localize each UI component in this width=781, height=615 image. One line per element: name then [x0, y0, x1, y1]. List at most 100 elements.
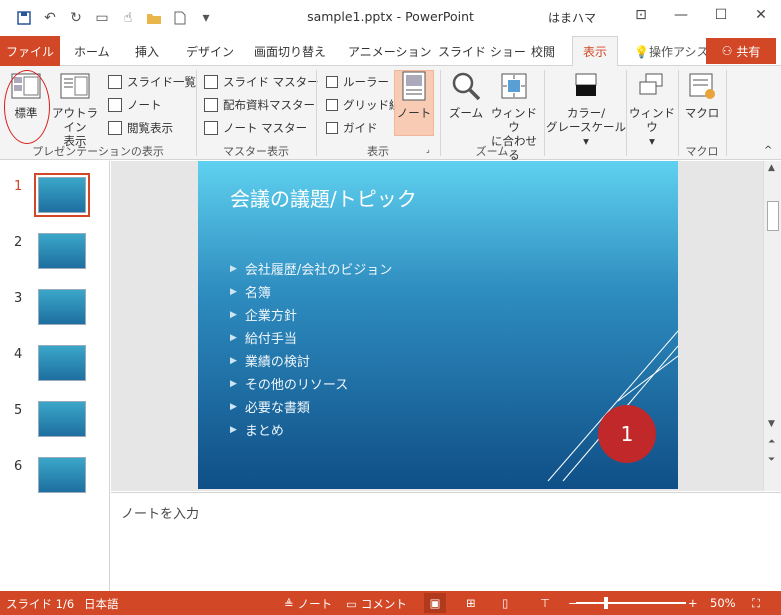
slide-thumbnail-image[interactable]: [38, 457, 86, 493]
scroll-up-icon[interactable]: ▲: [768, 163, 775, 173]
tab-slideshow[interactable]: スライド ショー: [438, 43, 526, 60]
outline-view-icon: [60, 73, 90, 99]
zoom-slider-knob[interactable]: [604, 597, 608, 609]
person-icon: ⚇: [721, 44, 733, 58]
slide-number: 3: [14, 291, 23, 306]
tab-transitions[interactable]: 画面切り替え: [254, 43, 326, 60]
bullet-arrow-icon: ▶: [230, 355, 237, 366]
scroll-down-icon[interactable]: ▼: [768, 419, 775, 429]
user-name[interactable]: はまハマ: [548, 9, 596, 26]
slide-master-button[interactable]: スライド マスター: [204, 74, 319, 90]
slide-title[interactable]: 会議の議題/トピック: [230, 183, 417, 212]
notes-pane[interactable]: ノートを入力: [111, 492, 781, 591]
next-slide-icon[interactable]: ⏷: [768, 455, 775, 465]
fit-slide-to-window-icon[interactable]: ⛶: [752, 596, 760, 611]
macros-icon: [689, 73, 715, 99]
comments-status-label: コメント: [360, 597, 407, 611]
reading-view-button[interactable]: 閲覧表示: [108, 120, 173, 136]
notes-toggle-button[interactable]: ノート: [394, 70, 434, 120]
slide-thumbnail-image[interactable]: [38, 401, 86, 437]
slide-thumbnail[interactable]: 2: [0, 233, 110, 283]
ruler-checkbox[interactable]: ルーラー: [326, 74, 389, 90]
slide-thumbnail-image[interactable]: [34, 173, 90, 217]
slide-indicator: スライド 1/6: [6, 597, 75, 611]
slide-thumbnail[interactable]: 1: [0, 173, 110, 227]
current-slide[interactable]: 会議の議題/トピック ▶ 会社履歴/会社のビジョン ▶ 名簿 ▶ 企業方針 ▶ 給付手当…: [198, 161, 678, 489]
tab-home[interactable]: ホーム: [74, 43, 110, 60]
window-label: ウィンドウ: [629, 106, 675, 134]
slide-bullet-list[interactable]: ▶ 会社履歴/会社のビジョン ▶ 名簿 ▶ 企業方針 ▶ 給付手当 ▶ 業績の検討 ▶ その…: [230, 257, 392, 441]
fit-to-window-icon: [501, 73, 527, 99]
color-label-line2: グレースケール ▾: [546, 120, 626, 148]
bullet-arrow-icon: ▶: [230, 401, 237, 412]
zoom-slider-track[interactable]: [576, 602, 686, 604]
zoom-level[interactable]: 50%: [710, 596, 736, 610]
gridlines-checkbox[interactable]: グリッド線: [326, 97, 401, 113]
ribbon-display-options-icon[interactable]: ⊡: [621, 0, 661, 30]
window-controls: ⊡ — ☐ ✕: [621, 0, 781, 30]
slide-thumbnail-image[interactable]: [38, 345, 86, 381]
slide-number: 1: [14, 179, 23, 194]
guides-checkbox[interactable]: ガイド: [326, 120, 378, 136]
slide-thumbnail-image[interactable]: [38, 233, 86, 269]
ribbon-view: 標準 アウトライン 表示 スライド一覧 ノート 閲覧表示 プレゼンテーションの表…: [0, 66, 781, 162]
slide-sorter-button[interactable]: スライド一覧: [108, 74, 196, 90]
slide-thumbnail-image[interactable]: [38, 289, 86, 325]
bullet-arrow-icon: ▶: [230, 263, 237, 274]
zoom-button[interactable]: ズーム: [446, 70, 486, 120]
show-dialog-launcher-icon[interactable]: ⌟: [426, 145, 430, 154]
color-grayscale-button[interactable]: カラー/ グレースケール ▾: [546, 70, 626, 148]
slide-number-badge: 1: [598, 405, 656, 463]
tell-me-search[interactable]: 💡操作アシス: [634, 43, 708, 60]
group-label-presentation-views: プレゼンテーションの表示: [32, 145, 164, 158]
ruler-label: ルーラー: [343, 75, 389, 89]
language-indicator[interactable]: 日本語: [84, 596, 119, 612]
share-button[interactable]: ⚇ 共有: [706, 38, 776, 64]
notes-status-button[interactable]: ≜ ノート: [284, 596, 332, 612]
slide-editing-area[interactable]: 会議の議題/トピック ▶ 会社履歴/会社のビジョン ▶ 名簿 ▶ 企業方針 ▶ 給付手当…: [111, 161, 763, 491]
macros-button[interactable]: マクロ: [682, 70, 722, 120]
color-label-line1: カラー/: [566, 106, 606, 120]
reading-view-status-icon[interactable]: ▯: [502, 596, 508, 610]
notes-page-button[interactable]: ノート: [108, 97, 162, 113]
maximize-icon[interactable]: ☐: [701, 0, 741, 30]
notes-placeholder[interactable]: ノートを入力: [121, 503, 199, 522]
previous-slide-icon[interactable]: ⏶: [768, 437, 775, 447]
slide-number: 5: [14, 403, 23, 418]
slide-sorter-status-icon[interactable]: ⊞: [466, 596, 476, 610]
slide-sorter-label: スライド一覧: [127, 75, 196, 89]
slide-thumbnail[interactable]: 6: [0, 457, 110, 507]
vertical-scrollbar[interactable]: ▲ ▼ ⏶ ⏷: [763, 161, 781, 491]
tab-insert[interactable]: 挿入: [135, 43, 159, 60]
slide-thumbnail[interactable]: 3: [0, 289, 110, 339]
zoom-in-icon[interactable]: +: [688, 596, 698, 610]
tab-view[interactable]: 表示: [572, 36, 618, 67]
bullet-item: ▶ その他のリソース: [230, 372, 392, 395]
bullet-arrow-icon: ▶: [230, 424, 237, 435]
normal-view-status-icon[interactable]: ▣: [424, 593, 446, 613]
tab-review[interactable]: 校閲: [531, 43, 555, 60]
scrollbar-thumb[interactable]: [767, 201, 779, 231]
slideshow-status-icon[interactable]: ⊤: [540, 596, 550, 610]
outline-view-button[interactable]: アウトライン 表示: [48, 70, 102, 148]
slide-thumbnail[interactable]: 5: [0, 401, 110, 451]
minimize-icon[interactable]: —: [661, 0, 701, 30]
close-icon[interactable]: ✕: [741, 0, 781, 30]
tab-design[interactable]: デザイン: [186, 43, 234, 60]
notes-master-button[interactable]: ノート マスター: [204, 120, 307, 136]
slide-thumbnail-pane[interactable]: 1 2 3 4 5 6: [0, 161, 110, 591]
annotation-ring-normal-view: [4, 70, 50, 144]
slide-number: 6: [14, 459, 23, 474]
comments-status-button[interactable]: ▭ コメント: [346, 596, 407, 612]
tab-file[interactable]: ファイル: [0, 36, 60, 66]
notes-icon: [402, 71, 426, 101]
window-button[interactable]: ウィンドウ ▾: [628, 70, 676, 148]
color-grayscale-icon: [575, 73, 597, 96]
handout-master-button[interactable]: 配布資料マスター: [204, 97, 315, 113]
tab-animations[interactable]: アニメーション: [348, 43, 432, 60]
bullet-text: 必要な書類: [244, 401, 310, 416]
collapse-ribbon-icon[interactable]: ^: [764, 145, 772, 156]
gridlines-label: グリッド線: [343, 98, 401, 112]
slide-thumbnail[interactable]: 4: [0, 345, 110, 395]
notes-toggle-label: ノート: [396, 106, 432, 120]
